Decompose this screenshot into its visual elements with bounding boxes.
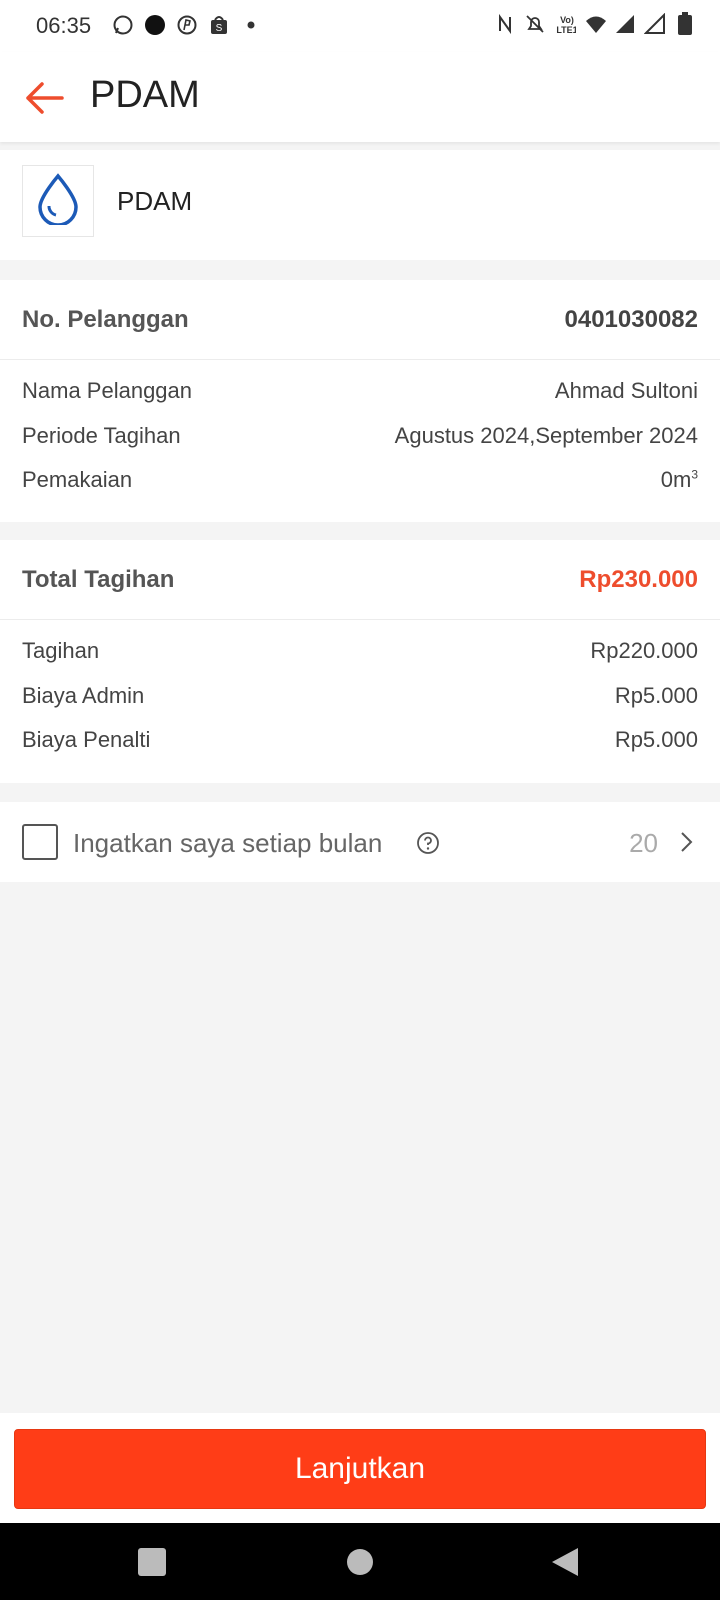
provider-name: PDAM <box>117 186 193 216</box>
signal-icon <box>644 13 666 35</box>
usage-value: 0m3 <box>661 467 698 493</box>
penalty-fee-row: Biaya Penalti Rp5.000 <box>22 725 698 755</box>
recents-icon[interactable] <box>137 1547 167 1577</box>
circle-icon <box>144 14 166 36</box>
battery-icon <box>674 12 696 35</box>
billing-period-row: Periode Tagihan Agustus 2024,September 2… <box>22 421 698 451</box>
customer-name-row: Nama Pelanggan Ahmad Sultoni <box>22 376 698 406</box>
p-icon <box>176 14 198 36</box>
bottom-action-bar: Lanjutkan <box>0 1413 720 1523</box>
divider <box>0 619 720 620</box>
back-arrow-icon[interactable] <box>22 76 66 120</box>
volte-icon: Vo) LTE1 <box>554 13 576 35</box>
bill-item-row: Tagihan Rp220.000 <box>22 636 698 666</box>
admin-fee-label: Biaya Admin <box>22 683 145 708</box>
status-time: 06:35 <box>36 13 92 38</box>
app-bar: PDAM <box>0 52 720 142</box>
reminder-label: Ingatkan saya setiap bulan <box>73 828 383 858</box>
bill-item-value: Rp220.000 <box>590 638 698 663</box>
home-icon[interactable] <box>345 1547 375 1577</box>
divider <box>0 359 720 360</box>
total-bill-value: Rp230.000 <box>579 566 698 593</box>
monthly-reminder-row[interactable]: Ingatkan saya setiap bulan 20 <box>0 802 720 882</box>
svg-text:LTE1: LTE1 <box>556 25 576 35</box>
customer-name-label: Nama Pelanggan <box>22 378 193 403</box>
status-system-icons: Vo) LTE1 <box>494 12 696 35</box>
customer-info-card: No. Pelanggan 0401030082 Nama Pelanggan … <box>0 280 720 522</box>
customer-name-value: Ahmad Sultoni <box>554 378 698 403</box>
customer-id-label: No. Pelanggan <box>22 306 189 333</box>
back-icon[interactable] <box>550 1547 580 1577</box>
water-drop-icon <box>36 172 80 230</box>
help-icon[interactable] <box>416 831 440 855</box>
usage-row: Pemakaian 0m3 <box>22 465 698 495</box>
billing-period-label: Periode Tagihan <box>22 423 181 448</box>
usage-label: Pemakaian <box>22 467 133 492</box>
reminder-day-value[interactable]: 20 <box>629 828 658 859</box>
provider-logo <box>22 165 94 237</box>
provider-card: PDAM <box>0 150 720 260</box>
continue-button[interactable]: Lanjutkan <box>14 1429 706 1509</box>
penalty-fee-label: Biaya Penalti <box>22 727 151 752</box>
chevron-right-icon[interactable] <box>676 830 696 854</box>
bill-item-label: Tagihan <box>22 638 100 663</box>
dot-icon <box>240 14 262 36</box>
svg-text:Vo): Vo) <box>560 15 574 25</box>
total-bill-label: Total Tagihan <box>22 566 175 593</box>
nfc-icon <box>494 13 516 35</box>
system-nav-bar <box>0 1523 720 1600</box>
signal-icon <box>614 13 636 35</box>
status-bar: 06:35 S Vo) LTE1 <box>0 0 720 52</box>
total-bill-row: Total Tagihan Rp230.000 <box>22 560 698 600</box>
page-title: PDAM <box>90 74 200 116</box>
usage-amount: 0m <box>660 467 692 492</box>
admin-fee-row: Biaya Admin Rp5.000 <box>22 681 698 711</box>
admin-fee-value: Rp5.000 <box>614 683 698 708</box>
customer-id-row: No. Pelanggan 0401030082 <box>22 300 698 340</box>
customer-id-value: 0401030082 <box>564 306 698 333</box>
svg-text:S: S <box>216 23 223 34</box>
shopee-icon: S <box>208 14 230 36</box>
whatsapp-icon <box>112 14 134 36</box>
reminder-checkbox[interactable] <box>22 824 58 860</box>
bill-details-card: Total Tagihan Rp230.000 Tagihan Rp220.00… <box>0 540 720 783</box>
status-notification-icons: S <box>112 14 262 36</box>
wifi-icon <box>584 13 606 35</box>
mute-icon <box>524 13 546 35</box>
usage-unit-superscript: 3 <box>691 467 698 482</box>
penalty-fee-value: Rp5.000 <box>614 727 698 752</box>
billing-period-value: Agustus 2024,September 2024 <box>394 423 698 448</box>
